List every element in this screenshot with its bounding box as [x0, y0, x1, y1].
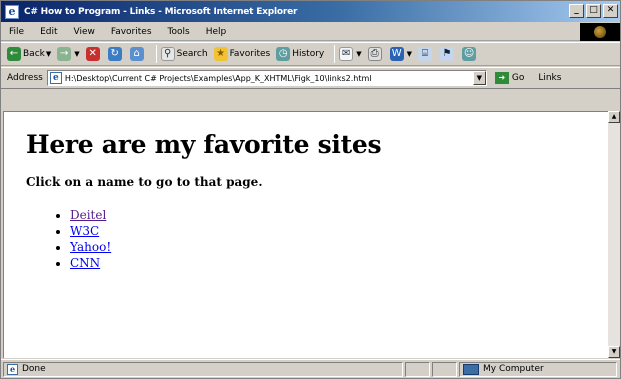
stop-button[interactable]: ✕ [85, 47, 102, 61]
my-computer-icon [463, 363, 479, 375]
print-icon: ⎙ [367, 47, 382, 61]
status-progress-pane [405, 361, 430, 377]
page-icon: e [49, 72, 62, 84]
menu-help[interactable]: Help [206, 27, 227, 37]
stop-icon: ✕ [85, 47, 100, 61]
window-controls: _ □ ✕ [569, 4, 618, 18]
scroll-up-icon[interactable]: ▲ [608, 111, 620, 123]
standard-toolbar: ← Back ▼ → ▼ ✕ ↻ ⌂ ⚲ Search ★ Favorites … [1, 42, 620, 66]
search-icon: ⚲ [160, 47, 175, 61]
favorites-button[interactable]: ★ Favorites [213, 47, 271, 61]
forward-dropdown-icon[interactable]: ▼ [74, 50, 79, 58]
minimize-button[interactable]: _ [569, 4, 584, 18]
go-arrow-icon: ➜ [494, 72, 509, 84]
refresh-button[interactable]: ↻ [107, 47, 124, 61]
mail-button[interactable]: ✉ ▼ [339, 47, 362, 61]
status-zone-pane: My Computer [459, 361, 617, 377]
close-button[interactable]: ✕ [603, 4, 618, 18]
address-input[interactable]: e H:\Desktop\Current C# Projects\Example… [46, 70, 487, 86]
status-bar: e Done My Computer [1, 359, 620, 378]
go-label: Go [511, 73, 525, 83]
research-button[interactable]: ⚑ [440, 47, 456, 61]
address-label: Address [7, 73, 43, 83]
messenger-button[interactable]: ☺ [462, 47, 478, 61]
search-button[interactable]: ⚲ Search [160, 47, 208, 61]
page-body: Here are my favorite sites Click on a na… [4, 112, 608, 271]
home-button[interactable]: ⌂ [129, 47, 146, 61]
address-bar: Address e H:\Desktop\Current C# Projects… [1, 67, 620, 89]
forward-arrow-icon: → [57, 47, 72, 61]
toolbar-separator [155, 45, 157, 63]
discuss-icon: ⌸ [418, 47, 433, 61]
research-icon: ⚑ [440, 47, 455, 61]
status-zone: My Computer [483, 364, 544, 374]
back-label: Back [23, 49, 45, 59]
home-icon: ⌂ [129, 47, 144, 61]
list-item: CNN [70, 255, 608, 271]
internet-explorer-icon[interactable]: e [5, 4, 19, 19]
menu-tools[interactable]: Tools [168, 27, 190, 37]
page-intro: Click on a name to go to that page. [26, 175, 263, 189]
status-text: Done [22, 364, 46, 374]
forward-button[interactable]: → ▼ [57, 47, 80, 61]
maximize-button[interactable]: □ [586, 4, 601, 18]
history-icon: ◷ [276, 47, 291, 61]
menu-view[interactable]: View [74, 27, 95, 37]
menu-file[interactable]: File [9, 27, 24, 37]
history-button[interactable]: ◷ History [276, 47, 324, 61]
windows-throbber [580, 23, 620, 41]
favorites-label: Favorites [229, 49, 271, 59]
list-item: Deitel [70, 207, 608, 223]
menu-bar: File Edit View Favorites Tools Help [1, 23, 620, 41]
messenger-icon: ☺ [462, 47, 477, 61]
link-w3c[interactable]: W3C [70, 224, 99, 238]
link-cnn[interactable]: CNN [70, 256, 100, 270]
list-item: W3C [70, 223, 608, 239]
mail-icon: ✉ [339, 47, 354, 61]
menu-edit[interactable]: Edit [40, 27, 57, 37]
go-button[interactable]: ➜ Go [494, 72, 525, 84]
history-label: History [292, 49, 325, 59]
back-arrow-icon: ← [7, 47, 21, 61]
page-content: Here are my favorite sites Click on a na… [3, 111, 608, 358]
link-deitel[interactable]: Deitel [70, 208, 106, 222]
edit-page-icon: W [389, 47, 404, 61]
address-dropdown-icon[interactable]: ▼ [472, 71, 486, 85]
status-text-pane: e Done [3, 361, 403, 377]
browser-window: e C# How to Program - Links - Microsoft … [0, 0, 621, 379]
edit-dropdown-icon[interactable]: ▼ [407, 50, 412, 58]
toolbar-separator [334, 45, 336, 63]
menu-favorites[interactable]: Favorites [111, 27, 152, 37]
search-label: Search [176, 49, 208, 59]
back-dropdown-icon[interactable]: ▼ [46, 50, 51, 58]
edit-button[interactable]: W ▼ [389, 47, 412, 61]
mail-dropdown-icon[interactable]: ▼ [356, 50, 361, 58]
window-title: C# How to Program - Links - Microsoft In… [24, 6, 298, 17]
status-page-icon: e [7, 363, 18, 375]
windows-logo-icon [594, 26, 606, 38]
refresh-icon: ↻ [107, 47, 122, 61]
favorite-links-list: Deitel W3C Yahoo! CNN [26, 207, 608, 271]
discuss-button[interactable]: ⌸ [418, 47, 434, 61]
favorites-star-icon: ★ [213, 47, 228, 61]
address-url[interactable]: H:\Desktop\Current C# Projects\Examples\… [65, 74, 473, 83]
links-toolbar-button[interactable]: Links [538, 73, 561, 83]
status-security-pane [432, 361, 457, 377]
list-item: Yahoo! [70, 239, 608, 255]
link-yahoo[interactable]: Yahoo! [70, 240, 111, 254]
vertical-scrollbar[interactable]: ▲ ▼ [608, 111, 620, 358]
scroll-down-icon[interactable]: ▼ [608, 346, 620, 358]
title-bar[interactable]: e C# How to Program - Links - Microsoft … [1, 1, 620, 22]
print-button[interactable]: ⎙ [367, 47, 384, 61]
back-button[interactable]: ← Back ▼ [7, 47, 51, 61]
page-heading: Here are my favorite sites [26, 130, 382, 159]
